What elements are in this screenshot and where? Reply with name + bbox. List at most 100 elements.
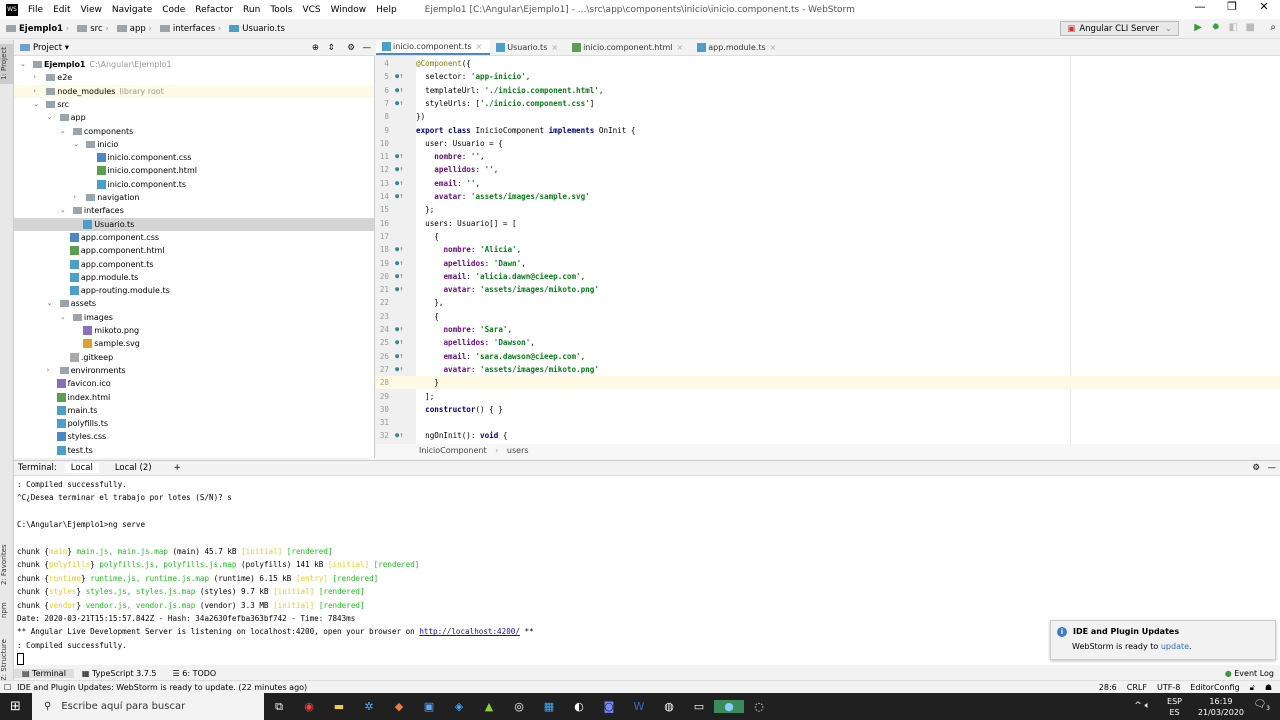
menu-edit[interactable]: Edit [53, 5, 70, 15]
steam-icon[interactable]: ◐ [564, 700, 594, 713]
menu-navigate[interactable]: Navigate [112, 5, 152, 15]
chevron-right-icon[interactable]: › [33, 85, 36, 98]
app-icon[interactable]: ◆ [384, 700, 414, 713]
tree-item-src[interactable]: ⌄ src [14, 98, 374, 111]
app-icon[interactable]: ◌ [744, 700, 774, 713]
tree-item-app-component-ts[interactable]: app.component.ts [14, 258, 374, 271]
attach-icon[interactable]: ◧ [1229, 22, 1238, 33]
tree-item-navigation[interactable]: › navigation [14, 191, 374, 204]
new-terminal-button[interactable]: + [168, 463, 187, 473]
implemented-member-icon[interactable]: ●↑ [395, 97, 403, 110]
clock-date[interactable]: 21/03/2020 [1198, 707, 1244, 718]
implemented-member-icon[interactable]: ●↑ [395, 336, 403, 349]
keyboard-layout[interactable]: ES [1167, 707, 1182, 718]
tree-item-test-ts[interactable]: test.ts [14, 444, 374, 457]
tree-item-sample-svg[interactable]: sample.svg [14, 337, 374, 350]
windows-start-icon[interactable]: ⊞ [10, 699, 21, 714]
tab-inicio-component-html[interactable]: inicio.component.html × [566, 40, 691, 55]
tree-item-images[interactable]: ⌄ images [14, 311, 374, 324]
maximize-button[interactable]: ❐ [1216, 0, 1248, 13]
menu-tools[interactable]: Tools [270, 5, 292, 15]
npm-tool-tab[interactable]: npm [0, 595, 14, 625]
breadcrumb-item[interactable]: app › [116, 24, 152, 34]
close-tab-icon[interactable]: × [677, 43, 684, 52]
minimize-button[interactable]: — [1184, 0, 1216, 13]
chevron-down-icon[interactable]: ⌄ [60, 311, 66, 324]
status-toggle-icon[interactable]: ☐ [4, 683, 11, 692]
menu-code[interactable]: Code [162, 5, 185, 15]
tree-item-components[interactable]: ⌄ components [14, 125, 374, 138]
implemented-member-icon[interactable]: ●↑ [395, 350, 403, 363]
menu-window[interactable]: Window [331, 5, 367, 15]
localhost-link[interactable]: http://localhost:4200/ [419, 627, 520, 636]
terminal-tool-button[interactable]: ▤ Terminal [14, 668, 74, 678]
tab-inicio-component-ts[interactable]: inicio.component.ts × [376, 40, 491, 55]
close-tab-icon[interactable]: × [551, 43, 558, 52]
implemented-member-icon[interactable]: ●↑ [395, 270, 403, 283]
menu-view[interactable]: View [81, 5, 102, 15]
tree-item-index-html[interactable]: index.html [14, 391, 374, 404]
chevron-down-icon[interactable]: ⌄ [73, 138, 79, 151]
tree-item-app-component-css[interactable]: app.component.css [14, 231, 374, 244]
hide-icon[interactable]: — [1268, 463, 1277, 473]
breadcrumb-class[interactable]: InicioComponent [419, 446, 487, 455]
app-icon[interactable]: ▲ [474, 700, 504, 713]
tab-app-module-ts[interactable]: app.module.ts × [691, 40, 784, 55]
tree-item-polyfills-ts[interactable]: polyfills.ts [14, 417, 374, 430]
menu-help[interactable]: Help [376, 5, 397, 15]
tree-item-node-modules[interactable]: › node_modules library root [14, 84, 374, 98]
menu-run[interactable]: Run [243, 5, 260, 15]
chevron-down-icon[interactable]: ⌄ [47, 297, 53, 310]
implemented-member-icon[interactable]: ●↑ [395, 84, 403, 97]
menu-vcs[interactable]: VCS [302, 5, 320, 15]
tree-item-styles-css[interactable]: styles.css [14, 430, 374, 443]
file-explorer-icon[interactable]: ▬ [324, 700, 354, 713]
implemented-member-icon[interactable]: ●↑ [395, 150, 403, 163]
implemented-member-icon[interactable]: ●↑ [395, 283, 403, 296]
breadcrumb-item[interactable]: interfaces › [159, 24, 221, 34]
word-icon[interactable]: W [624, 700, 654, 713]
tree-item-inicio-component-html[interactable]: inicio.component.html [14, 164, 374, 177]
collapse-all-icon[interactable]: ⇕ [328, 43, 335, 53]
project-tool-tab[interactable]: 1: Project [0, 44, 14, 84]
chevron-down-icon[interactable]: ⌄ [20, 58, 26, 71]
chevron-down-icon[interactable]: ⌄ [60, 204, 66, 217]
hide-icon[interactable]: — [363, 43, 372, 53]
implemented-member-icon[interactable]: ●↑ [395, 163, 403, 176]
chevron-right-icon[interactable]: › [33, 71, 36, 84]
gear-icon[interactable]: ⚙ [1252, 463, 1260, 473]
menu-refactor[interactable]: Refactor [195, 5, 233, 15]
implemented-member-icon[interactable]: ●↑ [395, 190, 403, 203]
taskbar-search[interactable]: ⚲ Escribe aquí para buscar [32, 693, 264, 720]
app-icon[interactable]: ◍ [654, 700, 684, 713]
tree-item-inicio-component-css[interactable]: inicio.component.css [14, 151, 374, 164]
update-link[interactable]: update [1161, 642, 1189, 651]
vscode-icon[interactable]: ◈ [444, 700, 474, 713]
breadcrumb-item[interactable]: Ejemplo1 › [6, 24, 69, 34]
app-icon[interactable]: ✲ [354, 700, 384, 713]
tree-item-environments[interactable]: › environments [14, 364, 374, 377]
gear-icon[interactable]: ⚙ [347, 43, 355, 53]
breadcrumb-item[interactable]: src › [77, 24, 109, 34]
run-config-select[interactable]: ▣ Angular CLI Server ⌄ [1060, 21, 1179, 36]
app-icon[interactable]: ◎ [504, 700, 534, 713]
chrome-icon[interactable]: ◉ [294, 700, 324, 713]
close-tab-icon[interactable]: × [476, 42, 483, 51]
search-icon[interactable]: ⌕ [1270, 22, 1276, 33]
implemented-member-icon[interactable]: ●↑ [395, 257, 403, 270]
typescript-tool-button[interactable]: ▦ TypeScript 3.7.5 [74, 669, 165, 678]
implemented-member-icon[interactable]: ●↑ [395, 243, 403, 256]
obs-icon[interactable]: ● [714, 700, 744, 713]
close-button[interactable]: ✕ [1248, 0, 1280, 13]
tree-item-mikoto-png[interactable]: mikoto.png [14, 324, 374, 337]
structure-tool-tab[interactable]: Z: Structure [0, 635, 14, 685]
chevron-right-icon[interactable]: › [47, 364, 50, 377]
tree-item-interfaces[interactable]: ⌄ interfaces [14, 204, 374, 217]
tree-item-app-routing-module-ts[interactable]: app-routing.module.ts [14, 284, 374, 297]
clock-time[interactable]: 16:19 [1198, 696, 1244, 707]
tab-Usuario-ts[interactable]: Usuario.ts × [490, 40, 566, 55]
close-tab-icon[interactable]: × [770, 43, 777, 52]
tree-item-app-component-html[interactable]: app.component.html [14, 244, 374, 257]
chevron-down-icon[interactable]: ⌄ [33, 98, 39, 111]
breadcrumb-item[interactable]: Usuario.ts [229, 24, 285, 34]
